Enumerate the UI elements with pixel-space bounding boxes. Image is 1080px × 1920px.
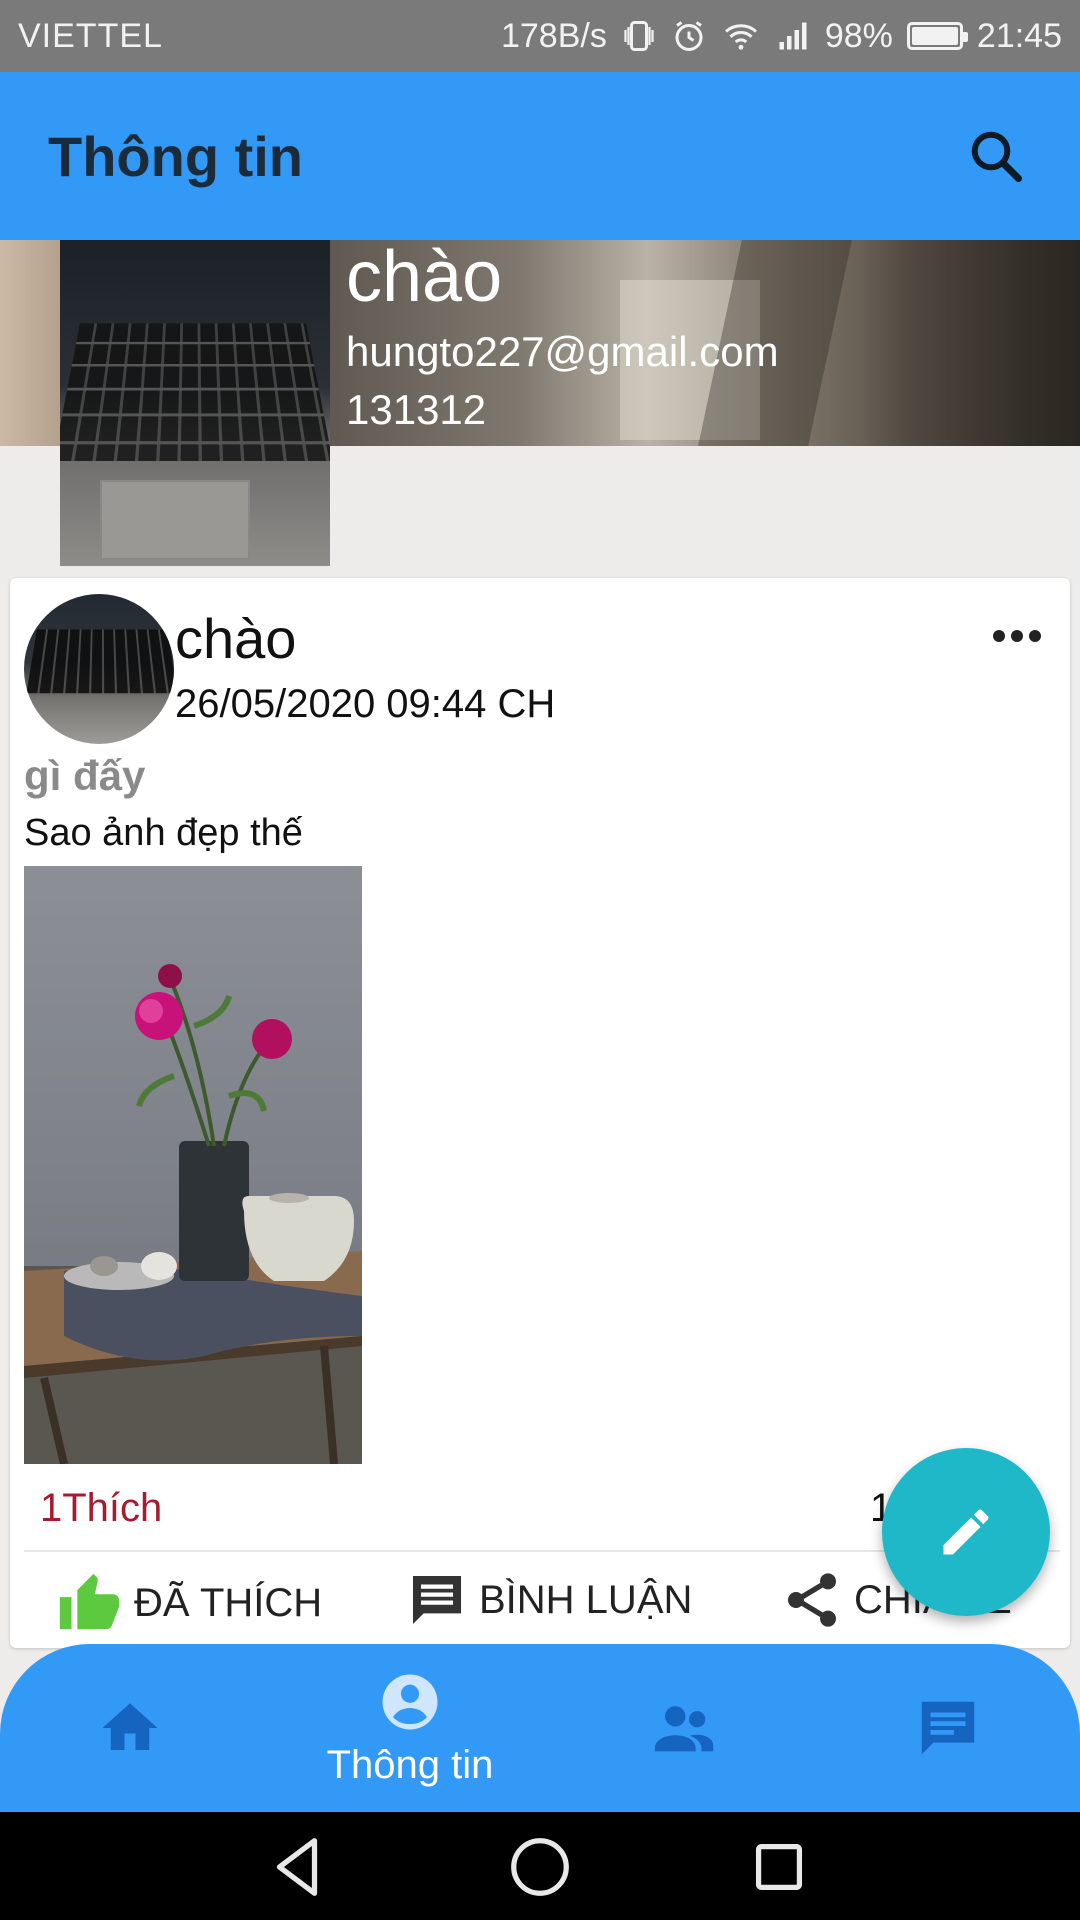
- signal-icon: [775, 18, 811, 54]
- post-title: gì đấy: [24, 752, 146, 799]
- battery-level: 98%: [824, 16, 893, 55]
- avatar[interactable]: [24, 594, 174, 744]
- post-image[interactable]: [24, 866, 362, 1464]
- bottom-navigation: Thông tin: [0, 1644, 1080, 1812]
- post-body: Sao ảnh đẹp thế: [24, 812, 303, 854]
- more-options-button[interactable]: [982, 616, 1052, 656]
- system-recents-button[interactable]: [744, 1832, 814, 1902]
- share-icon: [788, 1573, 836, 1627]
- app-bar: Thông tin: [0, 72, 1080, 240]
- home-circle-icon: [511, 1838, 569, 1896]
- post-author[interactable]: chào: [175, 606, 296, 671]
- nav-profile-label: Thông tin: [326, 1742, 494, 1787]
- more-dot-icon: [1011, 630, 1023, 642]
- post-timestamp: 26/05/2020 09:44 CH: [175, 682, 556, 726]
- battery-icon: [906, 22, 968, 50]
- back-triangle-icon: [276, 1838, 318, 1896]
- comment-icon: [413, 1576, 461, 1624]
- status-icons: 178B/s 98% 21:45: [501, 17, 1062, 56]
- like-button[interactable]: ĐÃ THÍCH: [54, 1568, 322, 1638]
- nav-friends[interactable]: [634, 1644, 734, 1812]
- clock: 21:45: [976, 16, 1062, 55]
- system-navigation-bar: [0, 1812, 1080, 1920]
- comment-button[interactable]: BÌNH LUẬN: [405, 1568, 692, 1632]
- pencil-icon: [943, 1509, 989, 1555]
- alarm-icon: [671, 18, 707, 54]
- nav-profile[interactable]: Thông tin: [300, 1644, 520, 1812]
- nav-home[interactable]: [80, 1644, 180, 1812]
- compose-post-button[interactable]: [882, 1448, 1050, 1616]
- status-bar: VIETTEL 178B/s 98% 21:45: [0, 0, 1080, 72]
- net-speed: 178B/s: [500, 16, 607, 55]
- nav-chat[interactable]: [898, 1644, 998, 1812]
- account-circle-icon: [382, 1674, 438, 1729]
- people-icon: [654, 1706, 714, 1752]
- search-icon: [971, 131, 1022, 182]
- carrier-name: VIETTEL: [18, 16, 163, 55]
- system-home-button[interactable]: [505, 1832, 575, 1902]
- system-back-button[interactable]: [262, 1832, 332, 1902]
- chat-icon: [921, 1701, 975, 1755]
- vibrate-icon: [621, 18, 657, 54]
- search-button[interactable]: [960, 120, 1032, 192]
- more-dot-icon: [993, 630, 1005, 642]
- recents-square-icon: [755, 1843, 803, 1891]
- thumb-up-icon: [59, 1573, 120, 1630]
- profile-phone: 131312: [346, 386, 487, 433]
- comment-label: BÌNH LUẬN: [479, 1577, 693, 1622]
- more-dot-icon: [1029, 630, 1041, 642]
- profile-email: hungto227@gmail.com: [346, 328, 779, 375]
- profile-photo[interactable]: [60, 240, 330, 566]
- like-label: ĐÃ THÍCH: [134, 1580, 323, 1625]
- likes-count[interactable]: 1Thích: [40, 1486, 162, 1531]
- profile-name: chào: [346, 237, 503, 317]
- home-icon: [102, 1703, 158, 1750]
- page-title: Thông tin: [48, 124, 304, 188]
- wifi-icon: [721, 18, 761, 54]
